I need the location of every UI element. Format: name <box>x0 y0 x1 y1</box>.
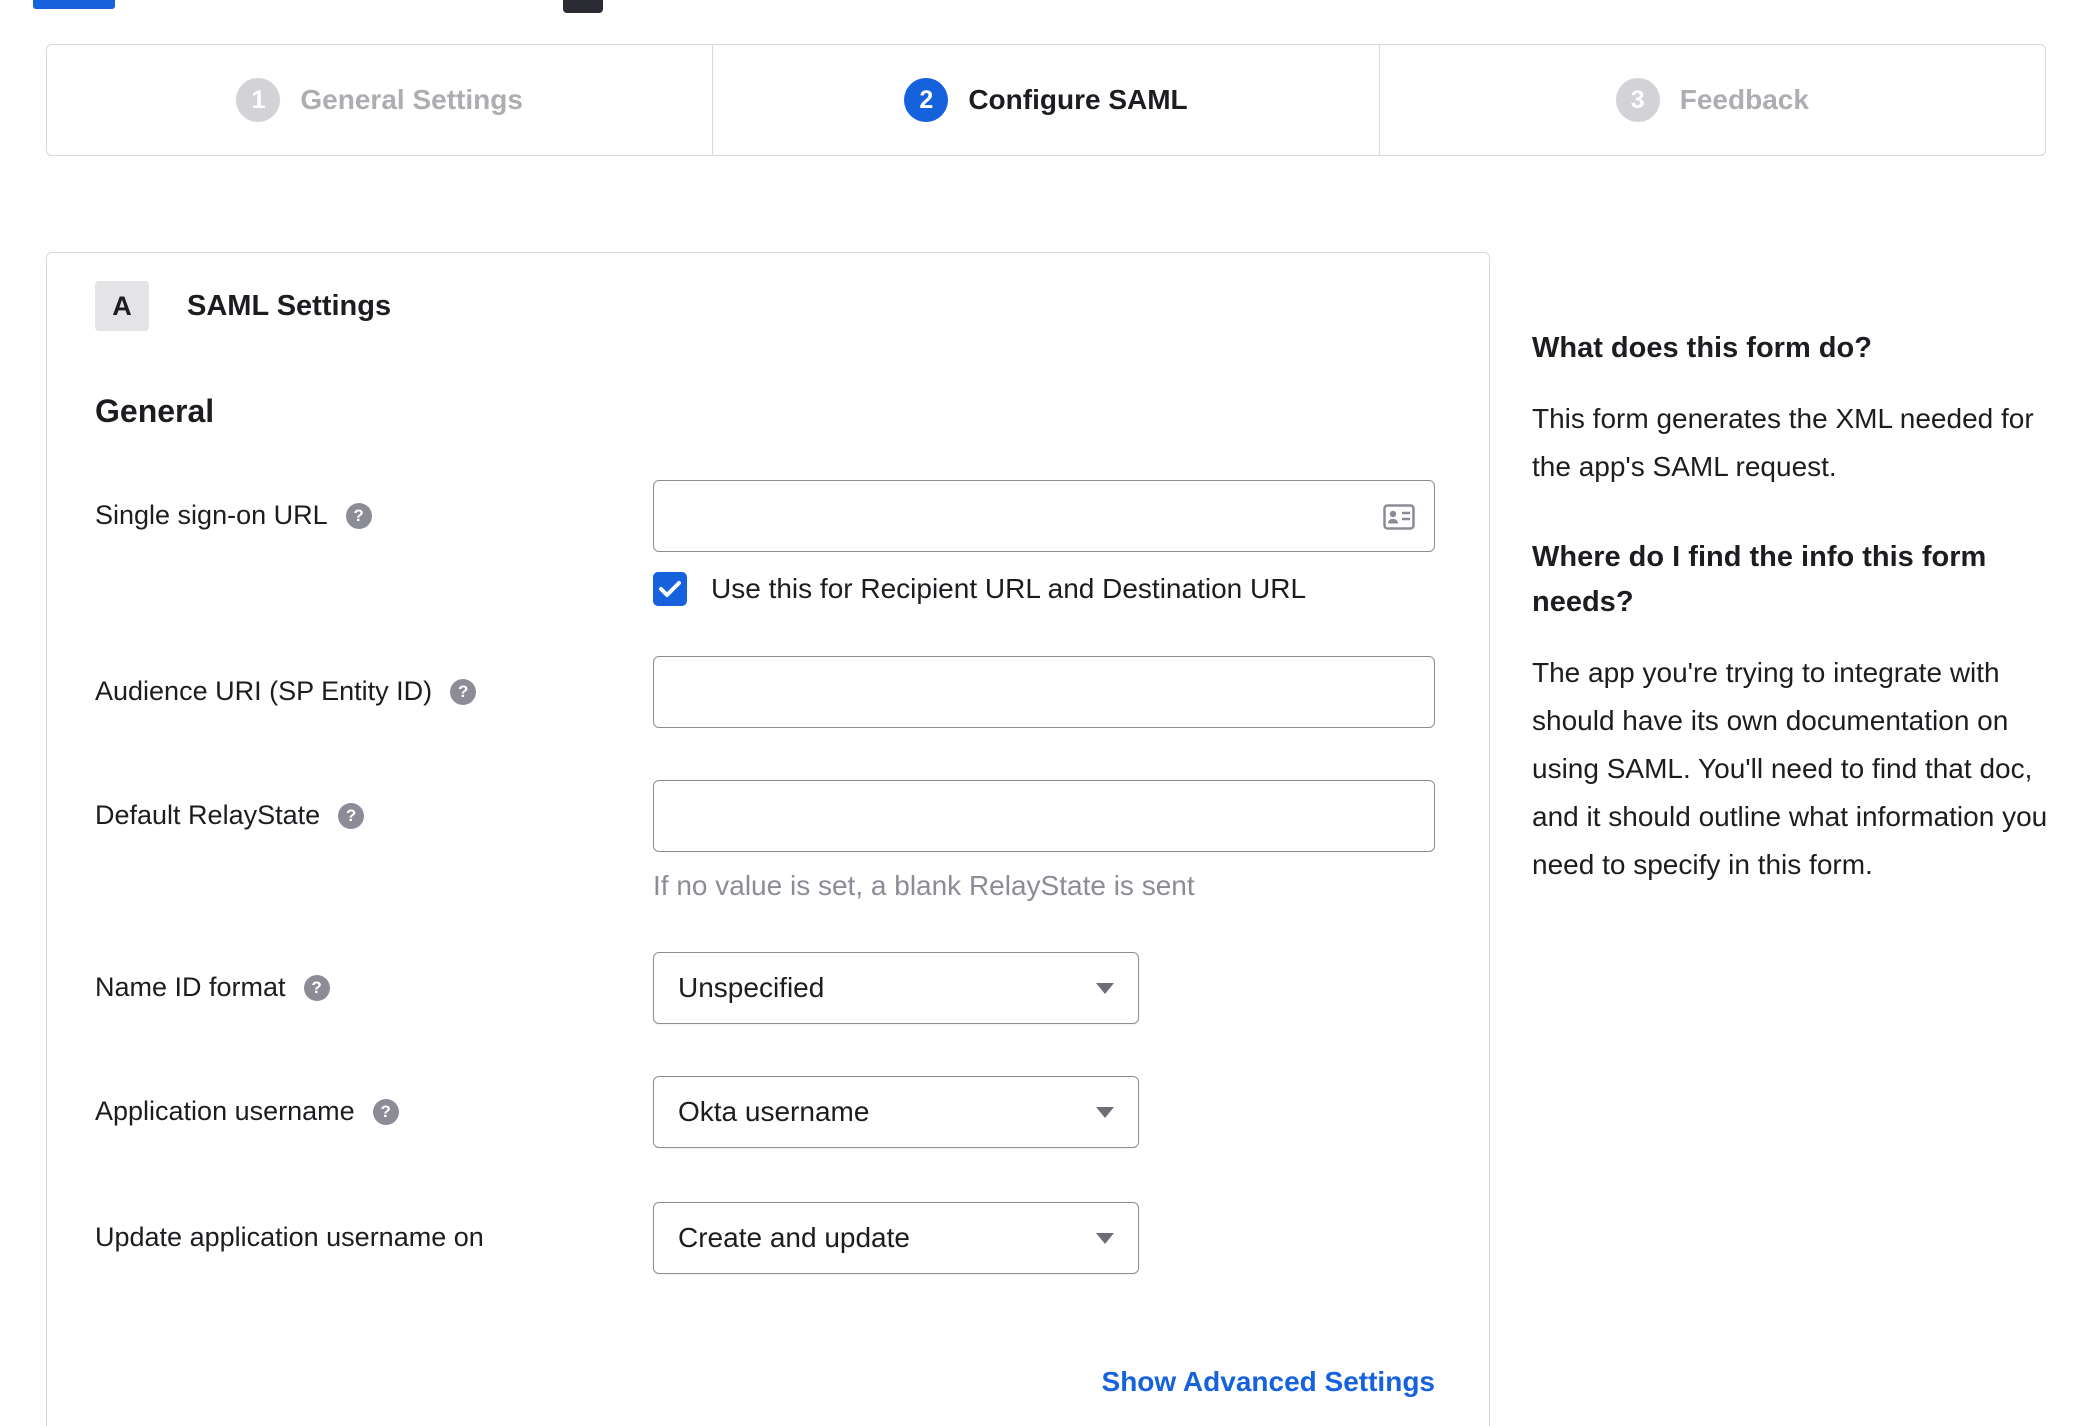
saml-settings-panel: A SAML Settings General Single sign-on U… <box>46 252 1490 1426</box>
chevron-down-icon <box>1096 1106 1114 1118</box>
step-configure-saml[interactable]: 2 Configure SAML <box>712 45 1378 155</box>
contact-card-icon[interactable] <box>1383 504 1415 530</box>
recipient-url-checkbox-row: Use this for Recipient URL and Destinati… <box>653 572 1441 606</box>
application-username-label: Application username <box>95 1096 355 1126</box>
application-username-label-wrap: Application username ? <box>95 1076 653 1127</box>
cropped-logo-fragment <box>33 0 115 9</box>
audience-uri-input[interactable] <box>653 656 1435 728</box>
update-username-label-wrap: Update application username on <box>95 1202 653 1253</box>
section-header: A SAML Settings <box>95 281 1441 331</box>
name-id-format-label-wrap: Name ID format ? <box>95 952 653 1003</box>
recipient-url-checkbox[interactable] <box>653 572 687 606</box>
help-sidebar: What does this form do? This form genera… <box>1532 326 2048 933</box>
group-title: General <box>95 393 215 429</box>
relay-state-input[interactable] <box>653 780 1435 852</box>
help-icon[interactable]: ? <box>303 974 330 1001</box>
application-username-value: Okta username <box>678 1096 870 1127</box>
name-id-format-select[interactable]: Unspecified <box>653 952 1139 1024</box>
help-icon[interactable]: ? <box>338 802 365 829</box>
sso-url-input[interactable] <box>653 480 1435 552</box>
application-username-select[interactable]: Okta username <box>653 1076 1139 1148</box>
help-heading-1: What does this form do? <box>1532 332 1872 364</box>
sso-url-input-wrap <box>653 480 1435 552</box>
relay-state-control: If no value is set, a blank RelayState i… <box>653 780 1441 902</box>
relay-state-hint: If no value is set, a blank RelayState i… <box>653 870 1195 901</box>
audience-uri-control <box>653 656 1441 728</box>
step-1-label: General Settings <box>300 84 523 115</box>
help-icon[interactable]: ? <box>450 678 477 705</box>
relay-state-label-wrap: Default RelayState ? <box>95 780 653 831</box>
form-row-audience-uri: Audience URI (SP Entity ID) ? <box>95 656 1441 728</box>
checkmark-icon <box>659 581 681 597</box>
section-badge: A <box>95 281 149 331</box>
audience-uri-label: Audience URI (SP Entity ID) <box>95 676 433 706</box>
step-3-label: Feedback <box>1679 84 1809 115</box>
help-icon[interactable]: ? <box>345 502 372 529</box>
help-text-1: This form generates the XML needed for t… <box>1532 402 2034 482</box>
step-general-settings[interactable]: 1 General Settings <box>47 45 712 155</box>
help-icon[interactable]: ? <box>372 1098 399 1125</box>
update-username-value: Create and update <box>678 1222 910 1253</box>
chevron-down-icon <box>1096 982 1114 994</box>
form-row-application-username: Application username ? Okta username <box>95 1076 1441 1148</box>
sso-url-label: Single sign-on URL <box>95 500 328 530</box>
relay-state-label: Default RelayState <box>95 800 321 830</box>
help-text-2: The app you're trying to integrate with … <box>1532 656 2048 880</box>
audience-uri-label-wrap: Audience URI (SP Entity ID) ? <box>95 656 653 707</box>
step-1-number: 1 <box>236 78 281 122</box>
show-advanced-settings-link[interactable]: Show Advanced Settings <box>1102 1366 1435 1397</box>
wizard-stepper: 1 General Settings 2 Configure SAML 3 Fe… <box>46 44 2046 156</box>
advanced-settings-row: Show Advanced Settings <box>653 1366 1435 1398</box>
form-row-relay-state: Default RelayState ? If no value is set,… <box>95 780 1441 902</box>
recipient-url-checkbox-label: Use this for Recipient URL and Destinati… <box>711 573 1307 604</box>
update-username-label: Update application username on <box>95 1222 484 1252</box>
sso-url-label-wrap: Single sign-on URL ? <box>95 480 653 531</box>
chevron-down-icon <box>1096 1232 1114 1244</box>
step-feedback[interactable]: 3 Feedback <box>1378 45 2045 155</box>
step-2-label: Configure SAML <box>968 84 1188 115</box>
name-id-format-label: Name ID format <box>95 972 286 1002</box>
section-title: SAML Settings <box>187 289 392 322</box>
cropped-app-icon-fragment <box>563 0 603 13</box>
sso-url-control: Use this for Recipient URL and Destinati… <box>653 480 1441 606</box>
form-row-update-username: Update application username on Create an… <box>95 1202 1441 1274</box>
name-id-format-value: Unspecified <box>678 972 825 1003</box>
form-row-sso-url: Single sign-on URL ? Use this for Recipi… <box>95 480 1441 606</box>
application-username-control: Okta username <box>653 1076 1441 1148</box>
update-username-select[interactable]: Create and update <box>653 1202 1139 1274</box>
name-id-format-control: Unspecified <box>653 952 1441 1024</box>
update-username-control: Create and update <box>653 1202 1441 1274</box>
step-2-number: 2 <box>904 78 949 122</box>
help-heading-2: Where do I find the info this form needs… <box>1532 540 1987 618</box>
step-3-number: 3 <box>1615 78 1660 122</box>
form-row-name-id-format: Name ID format ? Unspecified <box>95 952 1441 1024</box>
